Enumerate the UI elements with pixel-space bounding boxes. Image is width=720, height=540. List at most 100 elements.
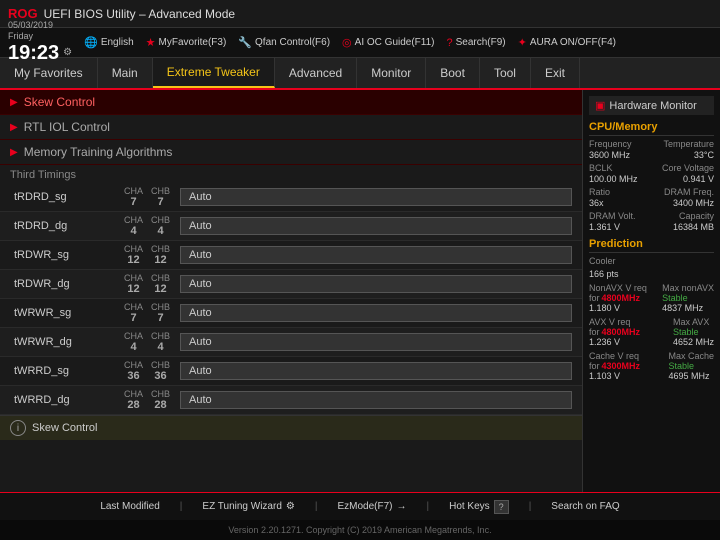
tab-exit[interactable]: Exit [531, 58, 580, 88]
tab-tool[interactable]: Tool [480, 58, 531, 88]
hot-keys-item[interactable]: Hot Keys ? [449, 500, 509, 514]
hardware-monitor-header: ▣ Hardware Monitor [589, 96, 714, 115]
trdrd-sg-value[interactable]: Auto [180, 188, 572, 206]
max-non-avx-stable: Stable [662, 293, 714, 303]
last-modified-item[interactable]: Last Modified [100, 501, 159, 512]
chb-col: CHB 4 [151, 215, 170, 237]
cache-for-value: 4300MHz [602, 361, 641, 371]
chb-col: CHB 28 [151, 389, 170, 411]
skew-control-label: Skew Control [24, 95, 95, 109]
trdwr-dg-label: tRDWR_dg [14, 278, 124, 290]
tab-my-favorites[interactable]: My Favorites [0, 58, 98, 88]
channel-group: CHA 12 CHB 12 [124, 244, 170, 266]
chb-col: CHB 7 [151, 302, 170, 324]
trdwr-sg-value[interactable]: Auto [180, 246, 572, 264]
hot-keys-label: Hot Keys [449, 501, 490, 512]
ez-tuning-item[interactable]: EZ Tuning Wizard ⚙ [202, 501, 294, 512]
twrrd-sg-value[interactable]: Auto [180, 362, 572, 380]
bclk-row: BCLK Core Voltage [589, 163, 714, 173]
max-non-avx-label: Max nonAVX [662, 283, 714, 293]
trdwr-dg-value[interactable]: Auto [180, 275, 572, 293]
avx-v-req-label: AVX V req [589, 317, 640, 327]
dram-freq-label: DRAM Freq. [664, 187, 714, 197]
channel-group: CHA 7 CHB 7 [124, 186, 170, 208]
ez-mode-item[interactable]: EzMode(F7) → [337, 501, 406, 512]
favorites-icon: ★ [146, 36, 156, 49]
tab-boot[interactable]: Boot [426, 58, 480, 88]
frequency-label: Frequency [589, 139, 632, 149]
non-avx-v-value: 1.180 V [589, 303, 647, 313]
rtl-iol-label: RTL IOL Control [24, 120, 110, 134]
prediction-title: Prediction [589, 238, 714, 253]
memory-training-header[interactable]: ▶ Memory Training Algorithms [0, 140, 582, 165]
capacity-value: 16384 MB [673, 222, 714, 232]
frequency-value-row: 3600 MHz 33°C [589, 150, 714, 160]
core-voltage-label: Core Voltage [662, 163, 714, 173]
channel-group: CHA 4 CHB 4 [124, 331, 170, 353]
arrow-right-icon: → [396, 501, 406, 512]
search-faq-item[interactable]: Search on FAQ [551, 501, 619, 512]
ratio-value: 36x [589, 198, 604, 208]
ratio-value-row: 36x 3400 MHz [589, 198, 714, 208]
language-item[interactable]: 🌐 English [84, 36, 134, 49]
table-row: tWRWR_sg CHA 7 CHB 7 Auto [0, 299, 582, 328]
dram-volt-row: DRAM Volt. Capacity [589, 211, 714, 221]
language-icon: 🌐 [84, 36, 98, 49]
divider-3: | [426, 501, 429, 512]
twrwr-sg-value[interactable]: Auto [180, 304, 572, 322]
version-text: Version 2.20.1271. Copyright (C) 2019 Am… [228, 525, 491, 535]
twrrd-dg-value[interactable]: Auto [180, 391, 572, 409]
tab-extreme-tweaker[interactable]: Extreme Tweaker [153, 58, 275, 88]
temperature-label: Temperature [663, 139, 714, 149]
rtl-iol-header[interactable]: ▶ RTL IOL Control [0, 115, 582, 140]
ai-oc-item[interactable]: ◎ AI OC Guide(F11) [342, 36, 434, 49]
cha-col: CHA 28 [124, 389, 143, 411]
dram-volt-label: DRAM Volt. [589, 211, 636, 221]
myfavorites-item[interactable]: ★ MyFavorite(F3) [146, 36, 227, 49]
table-row: tWRRD_sg CHA 36 CHB 36 Auto [0, 357, 582, 386]
fan-icon: 🔧 [238, 36, 252, 49]
wizard-icon: ⚙ [286, 501, 295, 512]
channel-group: CHA 7 CHB 7 [124, 302, 170, 324]
qfan-item[interactable]: 🔧 Qfan Control(F6) [238, 36, 330, 49]
bclk-value-row: 100.00 MHz 0.941 V [589, 174, 714, 184]
channel-group: CHA 4 CHB 4 [124, 215, 170, 237]
cache-v-req-label: Cache V req [589, 351, 640, 361]
right-panel: ▣ Hardware Monitor CPU/Memory Frequency … [582, 90, 720, 492]
monitor-icon: ▣ [595, 99, 605, 112]
max-cache-stable: Stable [668, 361, 714, 371]
tab-advanced[interactable]: Advanced [275, 58, 357, 88]
skew-control-header[interactable]: ▶ Skew Control [0, 90, 582, 115]
aura-item[interactable]: ✦ AURA ON/OFF(F4) [518, 36, 616, 49]
title-text: UEFI BIOS Utility – Advanced Mode [44, 7, 235, 21]
trdwr-sg-label: tRDWR_sg [14, 249, 124, 261]
table-row: tWRRD_dg CHA 28 CHB 28 Auto [0, 386, 582, 415]
tab-main[interactable]: Main [98, 58, 153, 88]
frequency-value: 3600 MHz [589, 150, 630, 160]
twrrd-sg-label: tWRRD_sg [14, 365, 124, 377]
chb-col: CHB 4 [151, 331, 170, 353]
chb-col: CHB 7 [151, 186, 170, 208]
twrwr-dg-value[interactable]: Auto [180, 333, 572, 351]
trdrd-dg-label: tRDRD_dg [14, 220, 124, 232]
cache-row: Cache V req for 4300MHz 1.103 V Max Cach… [589, 351, 714, 381]
search-item[interactable]: ? Search(F9) [447, 37, 506, 49]
tab-monitor[interactable]: Monitor [357, 58, 426, 88]
bclk-value: 100.00 MHz [589, 174, 638, 184]
trdrd-dg-value[interactable]: Auto [180, 217, 572, 235]
core-voltage-value: 0.941 V [683, 174, 714, 184]
cha-col: CHA 36 [124, 360, 143, 382]
max-avx-stable: Stable [673, 327, 714, 337]
max-avx-freq: 4652 MHz [673, 337, 714, 347]
expand-arrow-mem-icon: ▶ [10, 147, 18, 158]
trdrd-sg-label: tRDRD_sg [14, 191, 124, 203]
ez-mode-label: EzMode(F7) [337, 501, 392, 512]
twrwr-dg-label: tWRWR_dg [14, 336, 124, 348]
divider-4: | [529, 501, 532, 512]
dram-freq-value: 3400 MHz [673, 198, 714, 208]
search-icon: ? [447, 37, 453, 49]
non-avx-v-req-label: NonAVX V req [589, 283, 647, 293]
cha-col: CHA 12 [124, 273, 143, 295]
channel-group: CHA 28 CHB 28 [124, 389, 170, 411]
chb-col: CHB 12 [151, 244, 170, 266]
